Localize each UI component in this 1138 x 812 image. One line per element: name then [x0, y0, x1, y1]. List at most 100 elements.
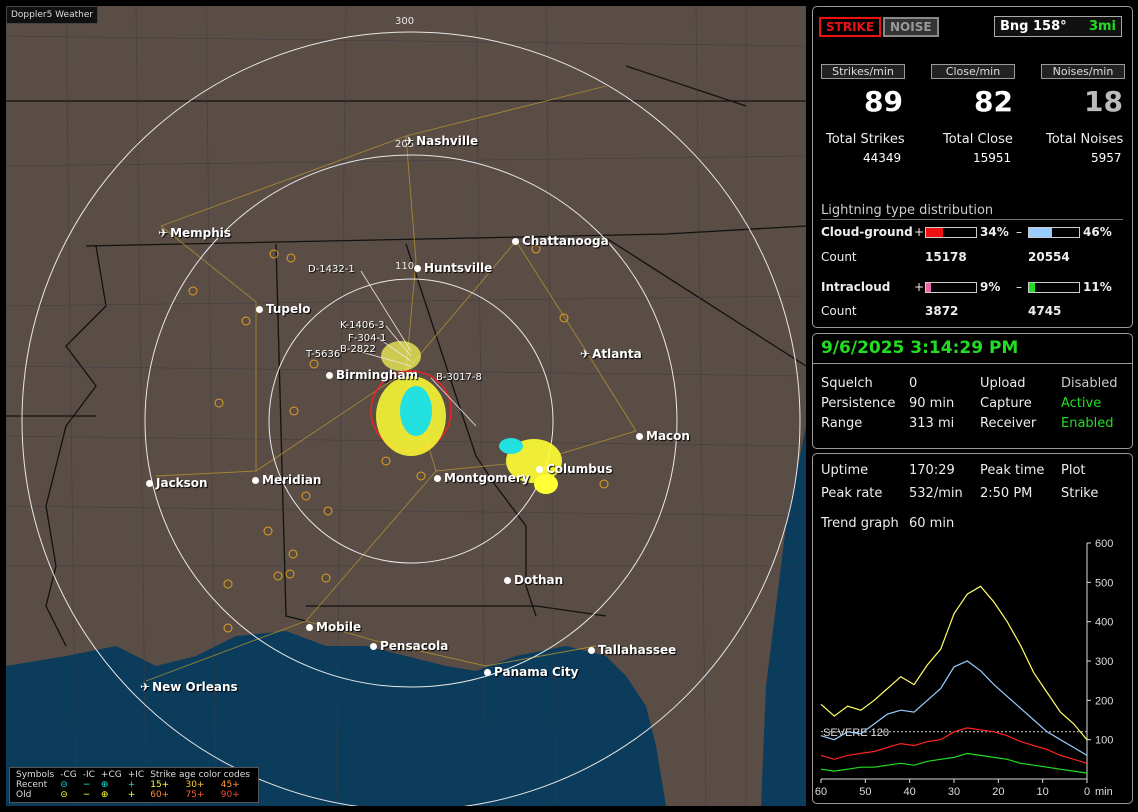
- noise-button[interactable]: NOISE: [883, 17, 939, 37]
- range-value: 313 mi: [909, 416, 955, 431]
- city-label: Tupelo: [256, 302, 311, 316]
- x-tick-label: 0: [1084, 786, 1090, 798]
- city-dot-icon: [512, 238, 519, 245]
- city-name: Mobile: [316, 620, 362, 634]
- trend-panel: Uptime 170:29 Peak time Plot Peak rate 5…: [812, 453, 1133, 804]
- city-label: Tallahassee: [588, 643, 676, 657]
- city-label: Meridian: [252, 473, 321, 487]
- strike-button[interactable]: STRIKE: [819, 17, 882, 37]
- storm-track-label[interactable]: F-304-1: [348, 333, 386, 344]
- pos-cg-icon: ⊕: [100, 790, 109, 800]
- airport-icon: ✈: [140, 680, 151, 694]
- ic-positive-count: 3872: [925, 304, 959, 318]
- legend-recent-label: Recent: [16, 780, 48, 790]
- upload-label: Upload: [980, 376, 1026, 391]
- city-label: ✈ New Orleans: [140, 680, 238, 694]
- legend-header: +IC: [127, 770, 145, 780]
- cg-positive-count: 15178: [925, 250, 967, 264]
- upload-status[interactable]: Disabled: [1061, 376, 1117, 391]
- receiver-label: Receiver: [980, 416, 1037, 431]
- intracloud-label: Intracloud: [821, 280, 891, 294]
- receiver-status[interactable]: Enabled: [1061, 416, 1114, 431]
- noises-per-min-button[interactable]: Noises/min: [1041, 64, 1125, 79]
- close-per-min-button[interactable]: Close/min: [931, 64, 1015, 79]
- city-dot-icon: [326, 372, 333, 379]
- city-dot-icon: [256, 306, 263, 313]
- cg-positive-bar: [925, 227, 977, 238]
- city-name: Jackson: [156, 476, 208, 490]
- city-name: Atlanta: [592, 347, 642, 361]
- city-dot-icon: [504, 577, 511, 584]
- city-name: Montgomery: [444, 471, 530, 485]
- neg-ic-icon: −: [82, 790, 91, 800]
- cg-negative-bar: [1028, 227, 1080, 238]
- uptime-value: 170:29: [909, 463, 955, 478]
- storm-track-label[interactable]: B-3017-8: [436, 372, 482, 383]
- city-label: Huntsville: [414, 261, 492, 275]
- age-code: 45+: [220, 780, 240, 790]
- trend-series-line: [820, 660, 1088, 756]
- peak-rate-value: 532/min: [909, 486, 963, 501]
- strikes-per-min-value: 89: [864, 85, 903, 118]
- city-name: Memphis: [170, 226, 232, 240]
- range-label: Range: [821, 416, 863, 431]
- legend-header: Symbols: [16, 770, 55, 780]
- storm-track-label[interactable]: K-1406-3: [340, 320, 385, 331]
- city-dot-icon: [146, 480, 153, 487]
- legend-header: Strike age color codes: [150, 770, 250, 780]
- city-label: Jackson: [146, 476, 208, 490]
- city-label: Mobile: [306, 620, 361, 634]
- age-code: 30+: [185, 780, 205, 790]
- total-strikes-value: 44349: [863, 151, 902, 165]
- city-name: Dothan: [514, 573, 564, 587]
- minus-sign: –: [1016, 280, 1022, 294]
- x-tick-label: 20: [992, 786, 1004, 798]
- city-name: Tallahassee: [598, 643, 677, 657]
- strike-status-panel: STRIKE NOISE Bng 158° 3mi Strikes/min Cl…: [812, 6, 1133, 328]
- ic-negative-pct: 11%: [1083, 280, 1112, 294]
- distance-value: 3mi: [1088, 19, 1116, 34]
- city-dot-icon: [306, 624, 313, 631]
- city-dot-icon: [252, 477, 259, 484]
- y-tick-label: 500: [1095, 577, 1113, 589]
- capture-status[interactable]: Active: [1061, 396, 1101, 411]
- cg-negative-pct: 46%: [1083, 225, 1112, 239]
- squelch-value: 0: [909, 376, 918, 391]
- plot-value[interactable]: Strike: [1061, 486, 1098, 501]
- bearing-display: Bng 158° 3mi: [994, 16, 1122, 37]
- total-close-value: 15951: [973, 151, 1012, 165]
- x-tick-label: 60: [815, 786, 827, 798]
- pos-ic-icon: +: [127, 780, 136, 790]
- range-ring-label: 110: [395, 261, 415, 272]
- trend-graph-value[interactable]: 60 min: [909, 516, 954, 531]
- peak-time-value: 2:50 PM: [980, 486, 1033, 501]
- city-label: Birmingham: [326, 368, 418, 382]
- capture-label: Capture: [980, 396, 1032, 411]
- city-name: Meridian: [262, 473, 322, 487]
- datetime-display: 9/6/2025 3:14:29 PM: [821, 338, 1019, 358]
- neg-cg-icon: ⊝: [60, 790, 68, 800]
- city-name: Tupelo: [266, 302, 311, 316]
- cg-count-label: Count: [821, 250, 857, 264]
- city-label: Pensacola: [370, 639, 448, 653]
- x-tick-label: 50: [859, 786, 871, 798]
- ic-positive-pct: 9%: [980, 280, 1001, 294]
- city-name: Chattanooga: [522, 234, 609, 248]
- age-code: 90+: [220, 790, 240, 800]
- x-tick-label: 30: [948, 786, 960, 798]
- persistence-label: Persistence: [821, 396, 896, 411]
- lightning-map[interactable]: Doppler5 Weather 300 205 110 ✈ Nashville ✈…: [6, 6, 806, 806]
- peak-time-label: Peak time: [980, 463, 1045, 478]
- city-label: Montgomery: [434, 471, 530, 485]
- total-noises-label: Total Noises: [1046, 132, 1124, 147]
- storm-track-label[interactable]: T-5636: [306, 349, 340, 360]
- ic-count-label: Count: [821, 304, 857, 318]
- settings-panel: 9/6/2025 3:14:29 PM Squelch 0 Upload Dis…: [812, 333, 1133, 449]
- strikes-per-min-button[interactable]: Strikes/min: [821, 64, 905, 79]
- app-title: Doppler5 Weather: [6, 6, 99, 24]
- squelch-label: Squelch: [821, 376, 873, 391]
- storm-track-label[interactable]: D-1432-1: [308, 264, 355, 275]
- ic-positive-bar: [925, 282, 977, 293]
- storm-track-label[interactable]: B-2822: [340, 344, 376, 355]
- x-tick-label: 40: [904, 786, 916, 798]
